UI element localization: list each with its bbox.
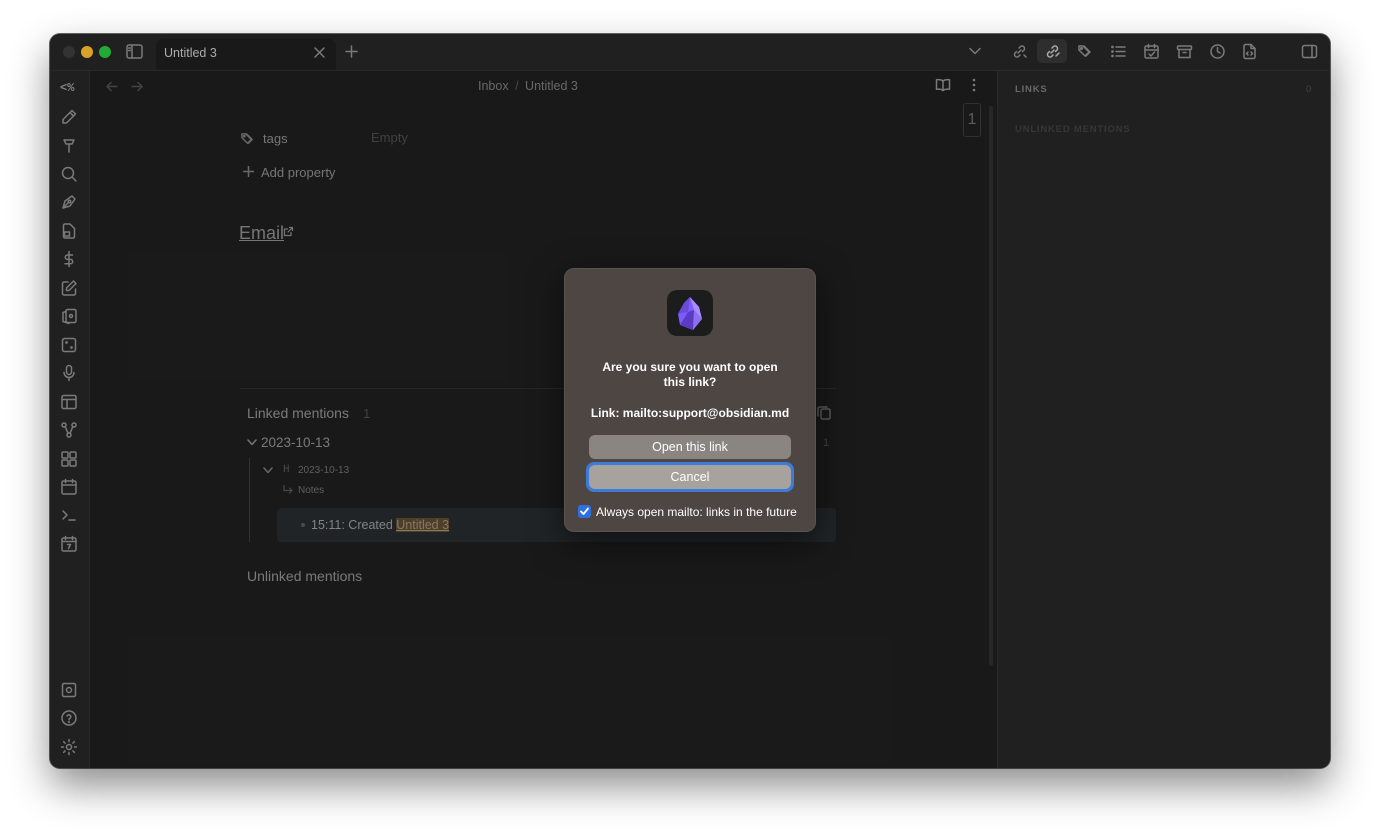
dialog-link-info: Link: mailto:support@obsidian.md [590, 406, 790, 420]
obsidian-app-icon [667, 290, 713, 336]
always-open-label[interactable]: Always open mailto: links in the future [596, 505, 797, 519]
always-open-checkbox[interactable] [578, 505, 591, 518]
cancel-button[interactable]: Cancel [589, 465, 791, 489]
open-link-dialog: Are you sure you want to open this link?… [564, 268, 816, 532]
open-link-button[interactable]: Open this link [589, 435, 791, 459]
dialog-question: Are you sure you want to open this link? [602, 360, 778, 389]
obsidian-window: Untitled 3 <% Inbox / Untitled 3 1 tags … [50, 34, 1330, 768]
